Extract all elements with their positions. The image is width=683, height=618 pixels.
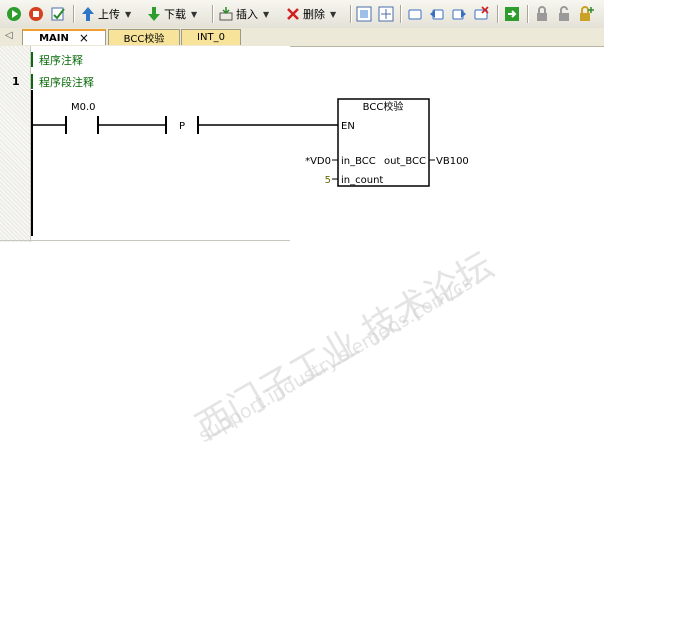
in-count-pin-label: in_count bbox=[341, 175, 383, 186]
goto-button[interactable] bbox=[504, 5, 520, 23]
en-pin-label: EN bbox=[341, 121, 355, 132]
ladder-network: M0.0 P BCC校验 EN in_BCC in_count out_BCC … bbox=[31, 90, 469, 236]
out-bcc-pin-label: out_BCC bbox=[384, 156, 426, 167]
in-bcc-pin-label: in_BCC bbox=[341, 156, 376, 167]
in-bcc-operand[interactable]: *VD0 bbox=[305, 156, 331, 167]
edge-label: P bbox=[179, 121, 185, 132]
contact-label: M0.0 bbox=[71, 102, 96, 113]
contact-m00[interactable] bbox=[65, 116, 99, 134]
goto-arrow-icon bbox=[505, 7, 519, 21]
add-protection-button[interactable] bbox=[578, 5, 594, 23]
in-count-operand[interactable]: 5 bbox=[325, 175, 331, 186]
block-title: BCC校验 bbox=[363, 100, 404, 113]
lock-icon bbox=[537, 6, 547, 21]
lock-add-icon bbox=[580, 6, 594, 21]
lock-button[interactable] bbox=[534, 5, 550, 23]
watermark-url: support.industry.siemens.com/cs bbox=[195, 271, 477, 448]
unlock-button[interactable] bbox=[556, 5, 572, 23]
out-bcc-operand[interactable]: VB100 bbox=[436, 156, 469, 167]
unlock-icon bbox=[559, 6, 569, 21]
